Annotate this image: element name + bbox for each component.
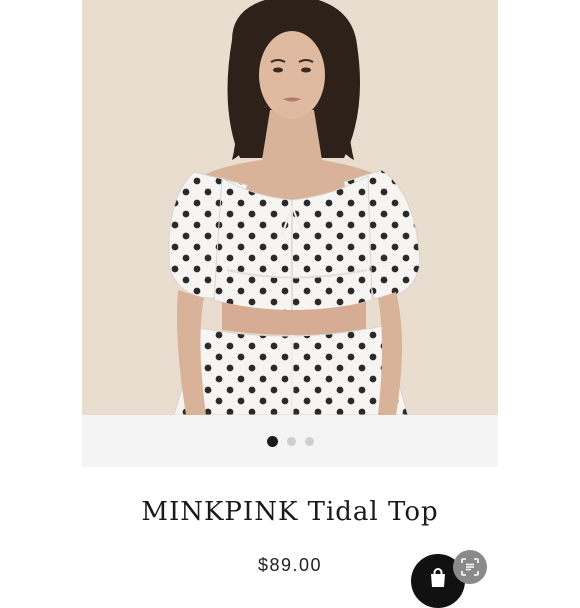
product-price: $89.00 (257, 555, 323, 575)
pager-dot-1[interactable] (266, 435, 278, 447)
product-photo (82, 0, 498, 415)
shopping-bag-icon (431, 568, 445, 587)
pager-dot-2[interactable] (286, 436, 296, 446)
product-title: MINKPINK Tidal Top (141, 497, 439, 527)
image-pager (82, 415, 498, 467)
scan-icon (461, 558, 479, 576)
scan-button[interactable] (453, 550, 487, 584)
pagination-dots (82, 435, 498, 447)
pager-dot-3[interactable] (304, 436, 314, 446)
product-image[interactable] (82, 0, 498, 415)
